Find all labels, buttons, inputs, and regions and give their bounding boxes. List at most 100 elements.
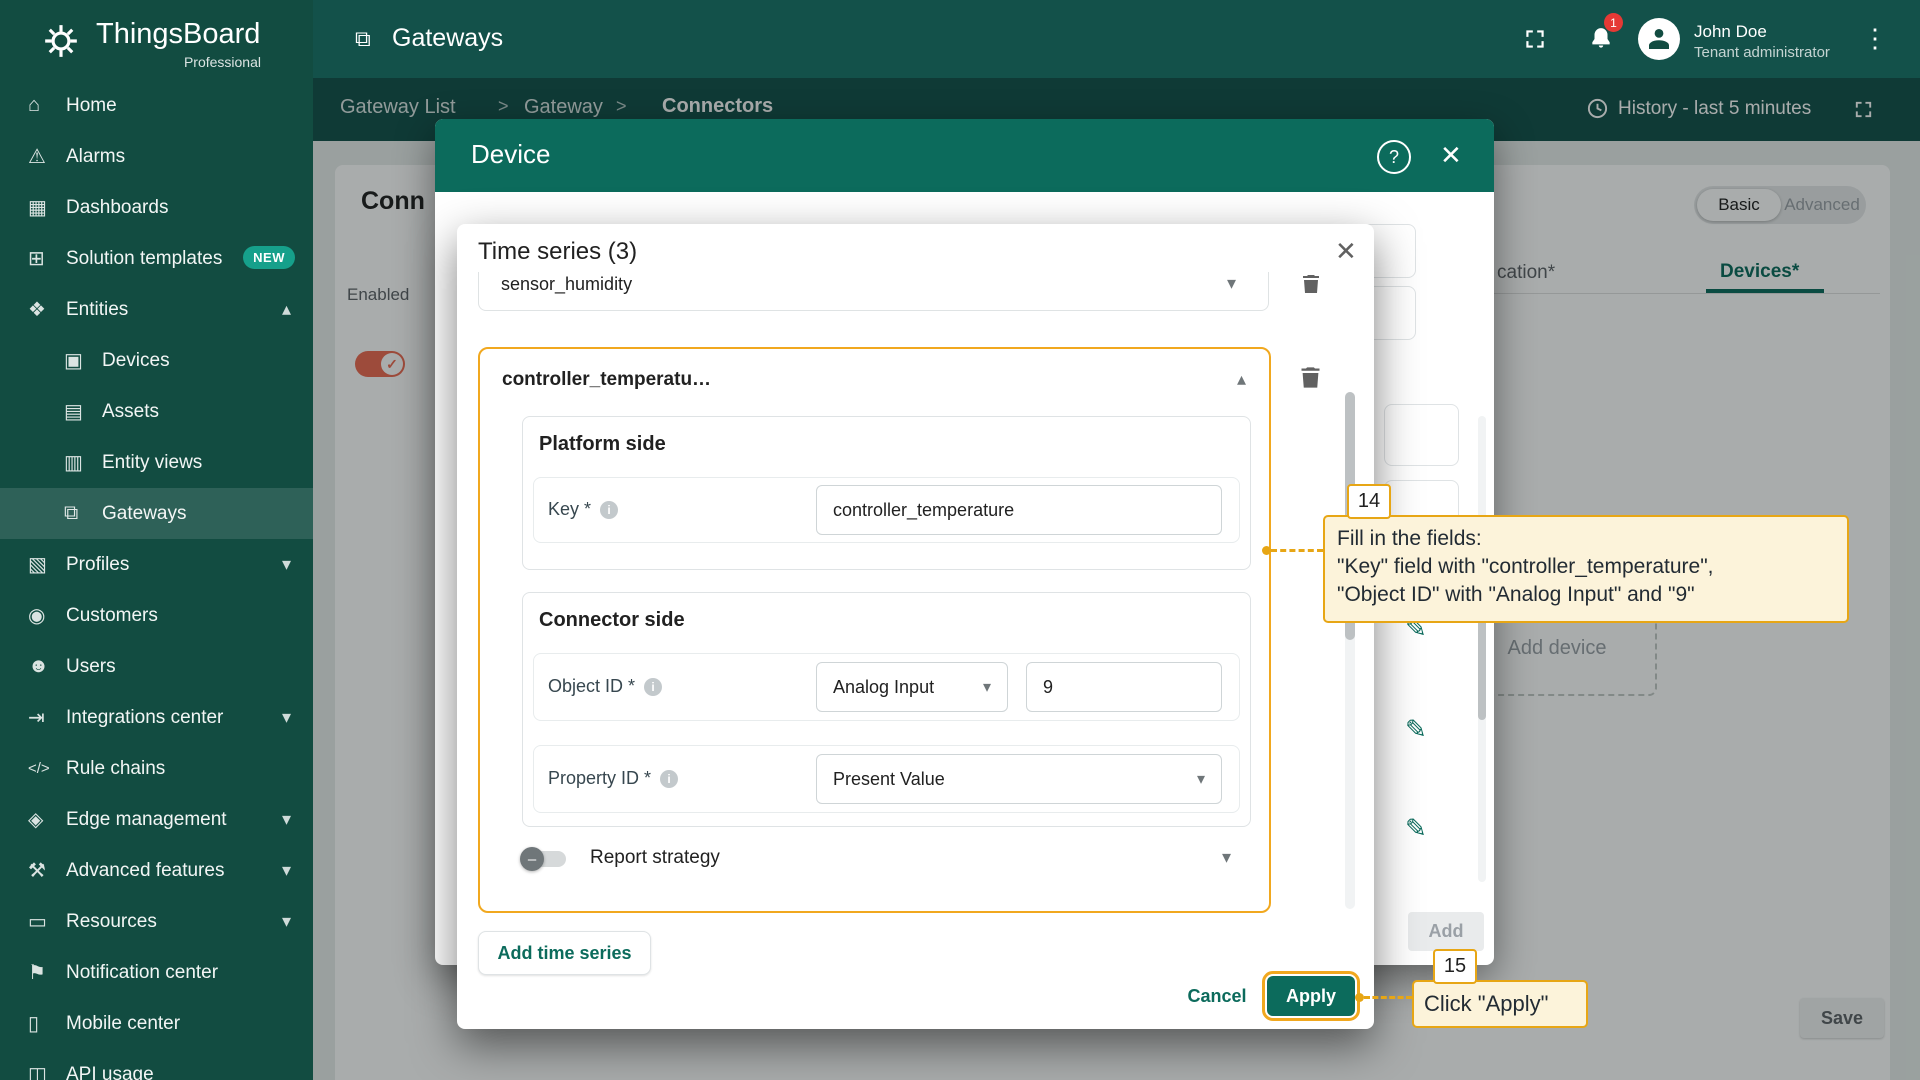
chevron-down-icon: ▾: [282, 554, 291, 575]
device-modal-close-icon[interactable]: ✕: [1440, 140, 1462, 171]
logo-block[interactable]: ThingsBoard Professional: [0, 0, 313, 80]
api-usage-icon: ◫: [28, 1062, 66, 1080]
user-name: John Doe: [1694, 22, 1767, 42]
assets-icon: ▤: [64, 399, 102, 424]
property-id-select[interactable]: Present Value▾: [816, 754, 1222, 804]
gateways-page-icon: ⧉: [355, 26, 371, 52]
chevron-down-icon: ▾: [282, 911, 291, 932]
sidebar-item-home[interactable]: ⌂Home: [0, 80, 313, 131]
sidebar-item-users[interactable]: ☻Users: [0, 641, 313, 692]
fullscreen-icon[interactable]: [1522, 26, 1548, 57]
users-icon: ☻: [28, 655, 66, 678]
expanded-item-label: controller_temperatu…: [502, 369, 711, 391]
annotation-connector-line: [1271, 549, 1323, 552]
cancel-button[interactable]: Cancel: [1172, 976, 1262, 1016]
object-id-label: Object ID *i: [548, 676, 662, 697]
collapsed-item-label: sensor_humidity: [501, 274, 632, 295]
sidebar-item-entities[interactable]: ❖Entities▴: [0, 284, 313, 335]
sidebar-item-entity-views[interactable]: ▥Entity views: [0, 437, 313, 488]
step-14-callout: Fill in the fields: "Key" field with "co…: [1323, 515, 1849, 623]
step-15-callout: Click "Apply": [1412, 980, 1588, 1028]
sidebar-item-devices[interactable]: ▣Devices: [0, 335, 313, 386]
user-role: Tenant administrator: [1694, 44, 1830, 61]
thingsboard-logo-icon: [42, 22, 80, 65]
chevron-down-icon: ▾: [983, 677, 991, 697]
timeseries-item-sensor-humidity[interactable]: sensor_humidity ▾: [478, 272, 1269, 311]
annotation-connector-dot: [1355, 993, 1364, 1002]
sidebar-item-alarms[interactable]: ⚠Alarms: [0, 131, 313, 182]
object-id-value-input[interactable]: 9: [1026, 662, 1222, 712]
timeseries-scroll-viewport: sensor_humidity ▾ controller_temperatu… …: [457, 272, 1374, 917]
device-modal-scrollbar[interactable]: [1478, 416, 1486, 882]
step-14-line2: "Key" field with "controller_temperature…: [1337, 553, 1835, 581]
delete-trash-icon[interactable]: [1297, 364, 1324, 396]
customers-icon: ◉: [28, 603, 66, 628]
apply-button[interactable]: Apply: [1267, 976, 1355, 1016]
add-time-series-button[interactable]: Add time series: [478, 931, 651, 975]
connector-side-section: Connector side Object ID *i Analog Input…: [522, 592, 1251, 827]
device-modal-title: Device: [471, 139, 550, 170]
sidebar-item-rule-chains[interactable]: </>Rule chains: [0, 743, 313, 794]
sidebar-item-api-usage[interactable]: ◫API usage: [0, 1049, 313, 1080]
sidebar-item-profiles[interactable]: ▧Profiles▾: [0, 539, 313, 590]
entities-icon: ❖: [28, 297, 66, 322]
key-input[interactable]: controller_temperature: [816, 485, 1222, 535]
platform-side-title: Platform side: [539, 433, 666, 456]
timeseries-modal-title: Time series (3): [478, 238, 637, 266]
step-14-line1: Fill in the fields:: [1337, 525, 1835, 553]
sidebar-item-assets[interactable]: ▤Assets: [0, 386, 313, 437]
report-strategy-toggle[interactable]: –: [522, 851, 566, 867]
integrations-icon: ⇥: [28, 705, 66, 730]
page-title: Gateways: [392, 24, 503, 53]
sidebar-item-notification-center[interactable]: ⚑Notification center: [0, 947, 313, 998]
property-id-row: Property ID *i Present Value▾: [533, 745, 1240, 813]
help-icon[interactable]: ?: [1377, 140, 1411, 174]
chevron-down-icon[interactable]: ▾: [1222, 847, 1231, 868]
platform-side-section: Platform side Key *i controller_temperat…: [522, 416, 1251, 570]
device-field-fragment: [1384, 404, 1459, 466]
sidebar-item-resources[interactable]: ▭Resources▾: [0, 896, 313, 947]
step-14-line3: "Object ID" with "Analog Input" and "9": [1337, 581, 1835, 609]
step-15-number-tag: 15: [1433, 949, 1477, 984]
sidebar-item-solution-templates[interactable]: ⊞Solution templatesNEW: [0, 233, 313, 284]
home-icon: ⌂: [28, 94, 66, 117]
sidebar-item-mobile-center[interactable]: ▯Mobile center: [0, 998, 313, 1049]
resources-icon: ▭: [28, 909, 66, 934]
sidebar-item-dashboards[interactable]: ▦Dashboards: [0, 182, 313, 233]
user-avatar[interactable]: [1638, 18, 1680, 60]
chevron-down-icon[interactable]: ▾: [1227, 273, 1236, 294]
sidebar-item-edge-management[interactable]: ◈Edge management▾: [0, 794, 313, 845]
info-icon[interactable]: i: [660, 770, 678, 788]
annotation-connector-dot: [1262, 546, 1271, 555]
chevron-down-icon: ▾: [1197, 769, 1205, 789]
property-id-label: Property ID *i: [548, 768, 678, 789]
solution-templates-icon: ⊞: [28, 246, 66, 271]
object-id-type-select[interactable]: Analog Input▾: [816, 662, 1008, 712]
sidebar-item-gateways[interactable]: ⧉Gateways: [0, 488, 313, 539]
kebab-menu-icon[interactable]: ⋮: [1862, 23, 1888, 54]
rule-chains-icon: </>: [28, 760, 66, 777]
delete-trash-icon[interactable]: [1299, 272, 1323, 301]
report-strategy-row: – Report strategy ▾: [522, 839, 1249, 879]
chevron-up-icon[interactable]: ▴: [1237, 369, 1246, 390]
edge-management-icon: ◈: [28, 807, 66, 832]
devices-icon: ▣: [64, 348, 102, 373]
edit-pencil-icon[interactable]: ✎: [1405, 714, 1427, 745]
connector-side-title: Connector side: [539, 609, 685, 632]
info-icon[interactable]: i: [600, 501, 618, 519]
sidebar-item-customers[interactable]: ◉Customers: [0, 590, 313, 641]
gateways-icon: ⧉: [64, 502, 102, 525]
report-strategy-label: Report strategy: [590, 847, 720, 869]
sidebar-item-integrations-center[interactable]: ⇥Integrations center▾: [0, 692, 313, 743]
alarms-icon: ⚠: [28, 144, 66, 169]
profiles-icon: ▧: [28, 552, 66, 577]
chevron-down-icon: ▾: [282, 860, 291, 881]
edit-pencil-icon[interactable]: ✎: [1405, 813, 1427, 844]
device-add-button[interactable]: Add: [1408, 912, 1484, 951]
timeseries-close-icon[interactable]: ✕: [1335, 236, 1357, 267]
timeseries-modal: Time series (3) ✕ sensor_humidity ▾ cont…: [457, 224, 1374, 1029]
info-icon[interactable]: i: [644, 678, 662, 696]
timeseries-scrollbar[interactable]: [1345, 392, 1355, 909]
sidebar-item-advanced-features[interactable]: ⚒Advanced features▾: [0, 845, 313, 896]
logo-subtitle: Professional: [96, 54, 261, 70]
